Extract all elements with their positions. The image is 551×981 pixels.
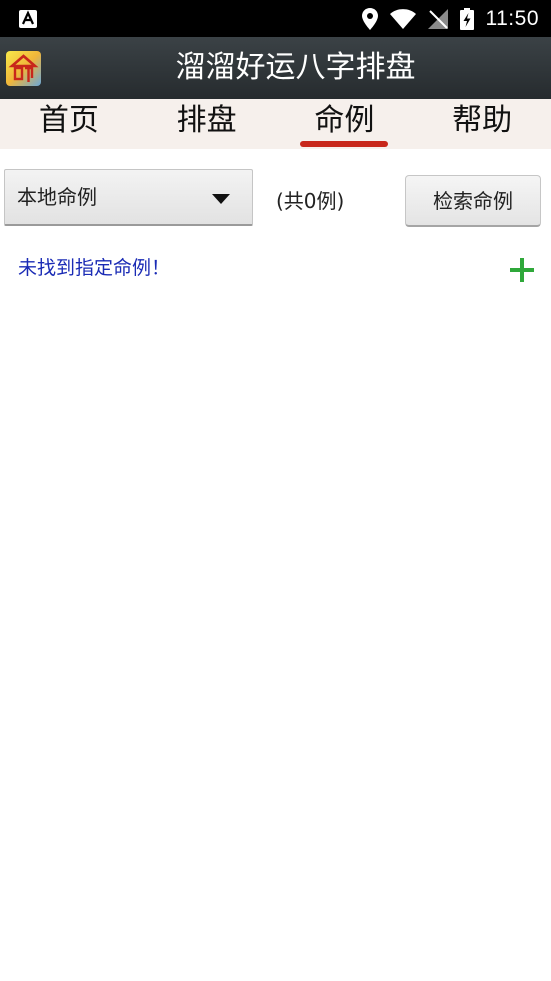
tab-help[interactable]: 帮助	[413, 99, 551, 149]
accessibility-notification-icon	[19, 10, 37, 28]
dropdown-selected-value: 本地命例	[17, 185, 97, 209]
tab-chart-label: 排盘	[176, 103, 237, 138]
tab-chart[interactable]: 排盘	[138, 99, 276, 149]
location-icon	[361, 7, 378, 30]
clock-time: 11:50	[485, 6, 539, 30]
tab-cases-label: 命例	[314, 103, 375, 138]
add-case-icon[interactable]	[510, 258, 534, 282]
tab-cases[interactable]: 命例	[276, 99, 414, 149]
active-tab-indicator	[300, 141, 389, 147]
app-screen: 11:50 溜溜好运八字排盘 首页 排盘 命例 帮助 本地命例 (共0例) 检索…	[0, 0, 551, 981]
tab-help-label: 帮助	[452, 103, 513, 138]
battery-charging-icon	[459, 7, 474, 30]
wifi-icon	[389, 8, 416, 29]
tab-bar: 首页 排盘 命例 帮助	[0, 99, 551, 149]
case-count-label: (共0例)	[276, 189, 345, 213]
status-bar: 11:50	[0, 0, 551, 37]
tab-home[interactable]: 首页	[0, 99, 138, 149]
title-bar: 溜溜好运八字排盘	[0, 37, 551, 99]
no-cases-message: 未找到指定命例！	[18, 257, 171, 279]
app-title: 溜溜好运八字排盘	[175, 50, 416, 85]
tab-home-label: 首页	[38, 103, 99, 138]
signal-off-icon	[427, 8, 448, 29]
search-cases-button[interactable]: 检索命例	[405, 175, 541, 227]
dropdown-arrow-icon	[212, 194, 230, 204]
case-source-dropdown[interactable]: 本地命例	[4, 169, 253, 226]
